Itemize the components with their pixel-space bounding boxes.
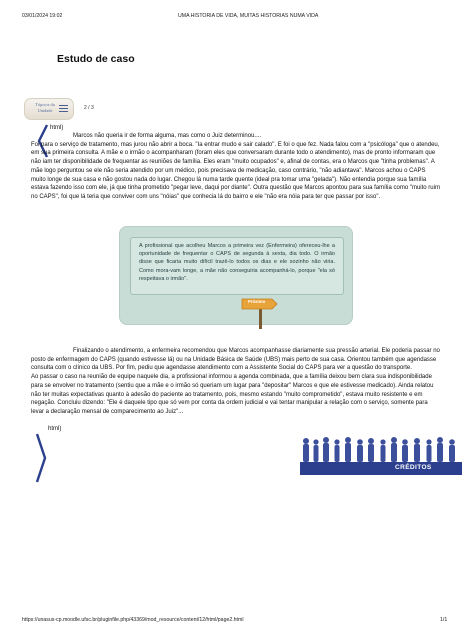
- paragraph: Ao passar o caso na reunião de equipe na…: [31, 374, 434, 415]
- paragraph: Foi para o serviço de tratamento, mas ju…: [31, 141, 440, 200]
- print-url: https://unasus-cp.moodle.ufsc.br/pluginf…: [22, 617, 244, 623]
- paragraph: Finalizando o atendimento, a enfermeira …: [31, 348, 440, 372]
- signpost-label: Próximo: [248, 299, 266, 304]
- credits-button-label: CRÉDITOS: [395, 464, 432, 471]
- page-counter: 2 / 3: [84, 105, 94, 111]
- topics-button[interactable]: Tópicos da Unidade: [24, 98, 74, 120]
- print-page-number: 1/1: [440, 617, 448, 623]
- chevron-left-decoration-icon: [35, 433, 47, 483]
- case-text-bottom: Finalizando o atendimento, a enfermeira …: [31, 347, 441, 417]
- callout-text: A profissional que acolheu Marcos a prim…: [130, 237, 344, 295]
- print-datetime: 03/01/2024 19:02: [22, 13, 63, 19]
- callout-box: A profissional que acolheu Marcos a prim…: [119, 226, 353, 325]
- credits-bar[interactable]: [300, 462, 462, 475]
- people-silhouettes-icon: [303, 437, 455, 462]
- topics-button-label: Tópicos da Unidade: [35, 102, 55, 113]
- menu-icon: [59, 105, 68, 114]
- paragraph: Marcos não queria ir de forma alguma, ma…: [73, 133, 262, 139]
- print-doc-title: UMA HISTORIA DE VIDA, MUITAS HISTORIAS N…: [178, 13, 319, 19]
- html-tag-bottom: html): [48, 426, 62, 432]
- case-text-top: Marcos não queria ir de forma alguma, ma…: [31, 132, 441, 202]
- page-title: Estudo de caso: [57, 53, 135, 65]
